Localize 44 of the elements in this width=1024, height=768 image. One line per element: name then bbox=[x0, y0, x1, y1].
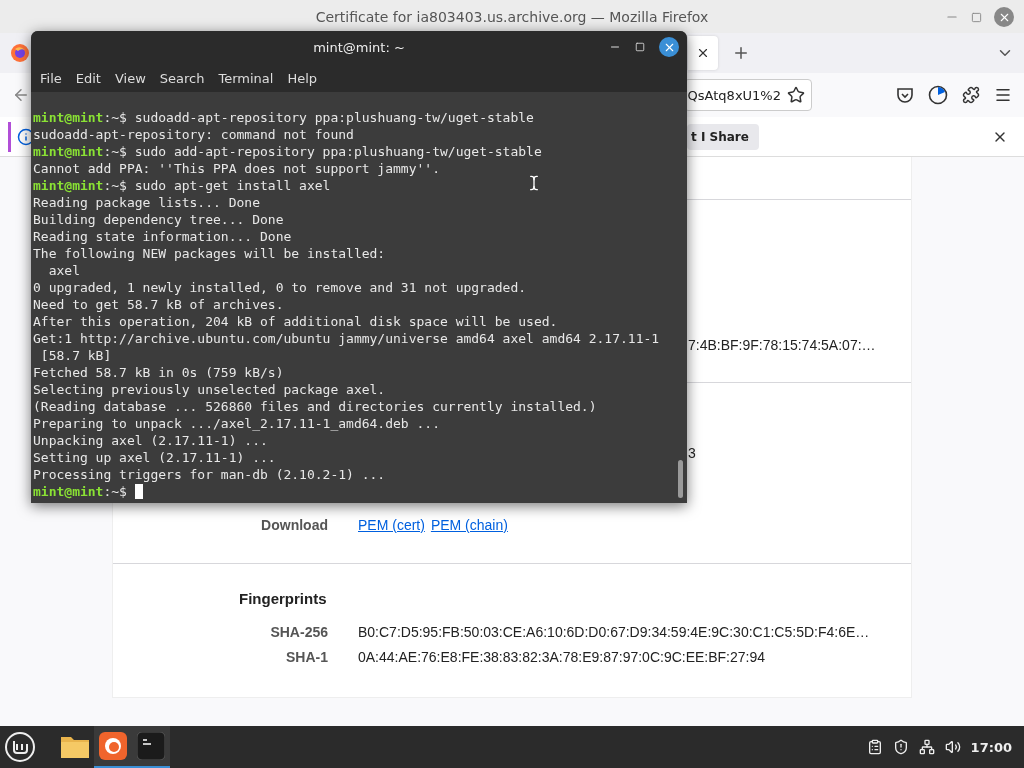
field-label: Download bbox=[260, 517, 328, 533]
menu-item[interactable]: Search bbox=[152, 70, 212, 86]
download-link[interactable]: PEM (chain) bbox=[430, 517, 508, 533]
prompt-line: mint@mint:~$ sudo apt-get install axel bbox=[33, 177, 331, 194]
menu-item[interactable]: View bbox=[107, 70, 153, 86]
download-link[interactable]: PEM (cert) bbox=[358, 517, 425, 533]
field-label: SHA-1 bbox=[285, 649, 328, 665]
output-line: Unpacking axel (2.17.11-1) ... bbox=[33, 432, 268, 449]
window-title: Certificate for ia803403.us.archive.org — Mozilla Firefox bbox=[315, 8, 709, 25]
output-line: The following NEW packages will be installed: bbox=[33, 245, 386, 262]
menu-item[interactable]: Help bbox=[280, 70, 325, 86]
output-line: Preparing to unpack .../axel_2.17.11-1_amd64.deb ... bbox=[33, 415, 440, 432]
output-line: (Reading database ... 526860 files and directories currently installed.) bbox=[33, 398, 597, 415]
window-title: mint@mint: ~ bbox=[313, 40, 405, 55]
output-line: axel bbox=[47, 262, 80, 279]
field-value: B0:C7:D5:95:FB:50:03:CE:A6:10:6D:D0:67:D9:34:59:4E:9C:30:C1:C5:5D:F4:6E… bbox=[358, 624, 870, 640]
field-label: SHA-256 bbox=[269, 624, 328, 640]
section-heading: Fingerprints bbox=[239, 590, 328, 607]
output-line: After this operation, 204 kB of additional disk space will be used. bbox=[33, 313, 558, 330]
clock[interactable]: 17:00 bbox=[970, 739, 1012, 755]
output-line: Selecting previously unselected package axel. bbox=[33, 381, 386, 398]
output-line: Reading package lists... Done bbox=[33, 194, 260, 211]
menu-item[interactable]: Edit bbox=[68, 70, 108, 86]
field-value: 7:4B:BF:9F:78:15:74:5A:07:… bbox=[688, 337, 876, 353]
output-line: Get:1 http://archive.ubuntu.com/ubuntu jammy/universe amd64 axel amd64 2.17.11-1 bbox=[33, 330, 660, 347]
output-line: 0 upgraded, 1 newly installed, 0 to remove and 31 not upgraded. bbox=[33, 279, 527, 296]
field-value: 0A:44:AE:76:E8:FE:38:83:82:3A:78:E9:87:97:0C:9C:EE:BF:27:94 bbox=[358, 649, 766, 665]
field-value: 3 bbox=[688, 445, 696, 461]
share-button[interactable]: t I Share bbox=[687, 123, 759, 150]
output-line: Fetched 58.7 kB in 0s (759 kB/s) bbox=[33, 364, 284, 381]
output-line: [58.7 kB] bbox=[39, 347, 112, 364]
menu-item[interactable]: Terminal bbox=[211, 70, 281, 86]
output-line: Processing triggers for man-db (2.10.2-1) ... bbox=[33, 466, 386, 483]
output-line: Need to get 58.7 kB of archives. bbox=[33, 296, 284, 313]
output-line: Cannot add PPA: ''This PPA does not support jammy''. bbox=[33, 160, 440, 177]
output-line: sudoadd-apt-repository: command not found bbox=[33, 126, 354, 143]
prompt-line: mint@mint:~$ sudo add-apt-repository ppa:plushuang-tw/uget-stable bbox=[33, 143, 542, 160]
output-line: Reading state information... Done bbox=[33, 228, 292, 245]
menu-item[interactable]: File bbox=[33, 70, 69, 86]
prompt-line: mint@mint:~$ sudoadd-apt-repository ppa:plushuang-tw/uget-stable bbox=[33, 109, 534, 126]
output-line: Setting up axel (2.17.11-1) ... bbox=[33, 449, 276, 466]
output-line: Building dependency tree... Done bbox=[33, 211, 284, 228]
url-field[interactable]: QsAtq8xU1%2 bbox=[684, 79, 812, 111]
prompt-line: mint@mint:~$ bbox=[33, 483, 143, 500]
